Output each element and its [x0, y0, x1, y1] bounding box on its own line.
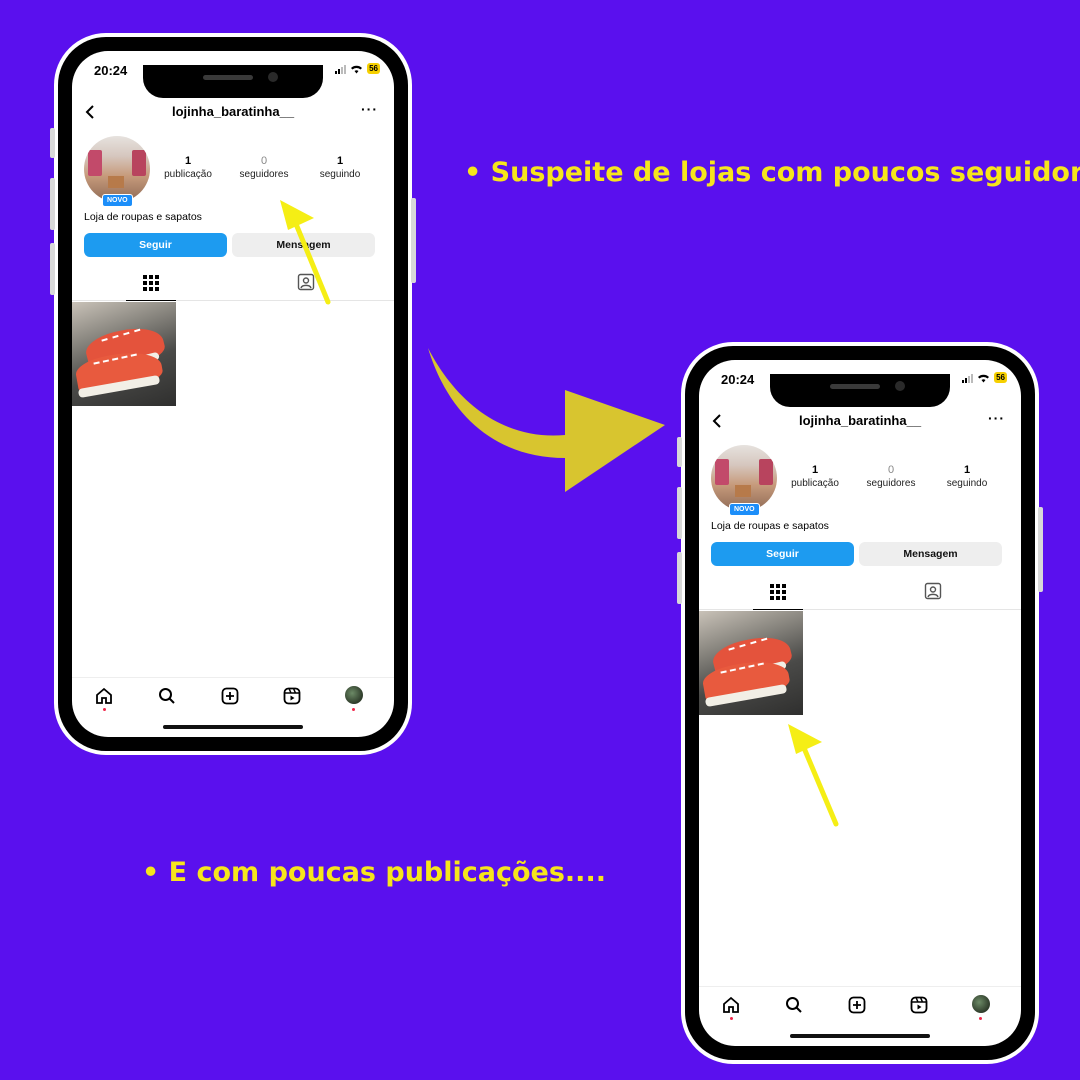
battery-icon: 56 [994, 372, 1007, 383]
screen-left: 20:24 56 lojinha_baratinha__ ··· NOVO 1 … [72, 51, 394, 737]
tab-grid[interactable] [126, 265, 176, 301]
curved-arrow-graphic [428, 348, 665, 492]
reels-icon[interactable] [282, 686, 302, 706]
profile-tabs [699, 574, 1021, 610]
wifi-icon [351, 65, 363, 73]
phone-left: 20:24 56 lojinha_baratinha__ ··· NOVO 1 … [50, 33, 416, 755]
profile-bio: Loja de roupas e sapatos [84, 211, 202, 223]
status-time: 20:24 [94, 63, 128, 78]
stat-posts[interactable]: 1 publicação [775, 464, 855, 489]
search-icon[interactable] [157, 686, 177, 706]
reels-icon[interactable] [909, 995, 929, 1015]
bottom-nav [699, 986, 1021, 1020]
home-icon[interactable] [94, 686, 114, 706]
signal-icon [335, 64, 347, 74]
bottom-nav [72, 677, 394, 711]
home-indicator [790, 1034, 930, 1038]
profile-bio: Loja de roupas e sapatos [711, 520, 829, 532]
profile-username: lojinha_baratinha__ [798, 413, 922, 428]
tab-grid[interactable] [753, 574, 803, 610]
profile-avatar-nav[interactable] [972, 995, 990, 1013]
caption-bottom: • E com poucas publicações.... [142, 857, 606, 888]
wifi-icon [978, 374, 990, 382]
home-indicator [163, 725, 303, 729]
pointer-arrow-followers [280, 200, 331, 305]
add-icon[interactable] [220, 686, 240, 706]
add-icon[interactable] [847, 995, 867, 1015]
tagged-icon[interactable] [924, 582, 942, 600]
grid-icon [770, 584, 786, 600]
profile-avatar[interactable] [711, 445, 777, 511]
home-icon[interactable] [721, 995, 741, 1015]
more-dots-icon[interactable]: ··· [988, 410, 1005, 426]
profile-header: lojinha_baratinha__ ··· [699, 410, 1021, 434]
phone-right: 20:24 56 lojinha_baratinha__ ··· NOVO 1 … [677, 342, 1043, 1064]
screen-right: 20:24 56 lojinha_baratinha__ ··· NOVO 1 … [699, 360, 1021, 1046]
message-button[interactable]: Mensagem [859, 542, 1002, 566]
caption-top: • Suspeite de lojas com poucos seguidore… [464, 157, 1080, 188]
follow-button[interactable]: Seguir [711, 542, 854, 566]
stat-following[interactable]: 1 seguindo [300, 155, 380, 180]
post-thumbnail[interactable] [72, 302, 176, 406]
profile-avatar[interactable] [84, 136, 150, 202]
grid-icon [143, 275, 159, 291]
more-dots-icon[interactable]: ··· [361, 101, 378, 117]
new-badge: NOVO [729, 503, 760, 516]
stat-following[interactable]: 1 seguindo [927, 464, 1007, 489]
post-thumbnail[interactable] [699, 611, 803, 715]
battery-icon: 56 [367, 63, 380, 74]
profile-avatar-nav[interactable] [345, 686, 363, 704]
new-badge: NOVO [102, 194, 133, 207]
search-icon[interactable] [784, 995, 804, 1015]
stat-posts[interactable]: 1 publicação [148, 155, 228, 180]
signal-icon [962, 373, 974, 383]
stat-followers[interactable]: 0 seguidores [224, 155, 304, 180]
status-time: 20:24 [721, 372, 755, 387]
follow-button[interactable]: Seguir [84, 233, 227, 257]
profile-tabs [72, 265, 394, 301]
profile-header: lojinha_baratinha__ ··· [72, 101, 394, 125]
pointer-arrow-post [788, 724, 839, 827]
profile-username: lojinha_baratinha__ [171, 104, 295, 119]
stat-followers[interactable]: 0 seguidores [851, 464, 931, 489]
